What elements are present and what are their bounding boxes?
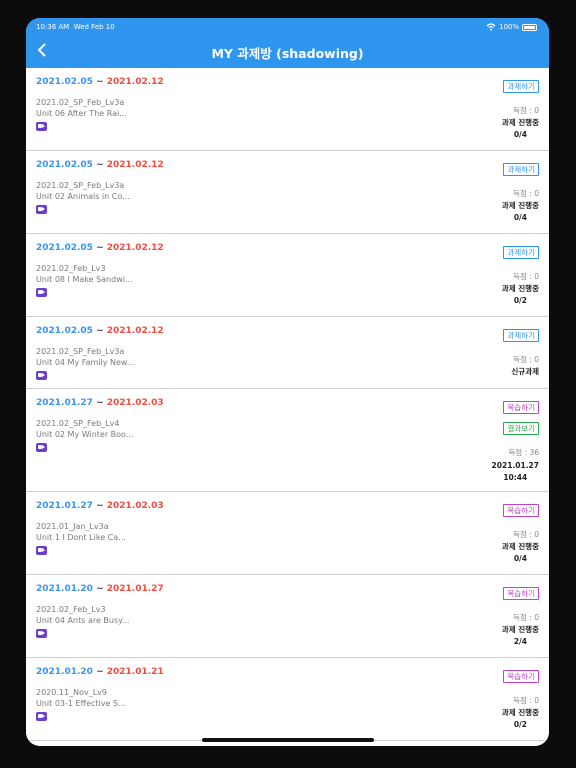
list-item[interactable]: 2021.01.27 ~ 2021.02.03 2021.01_Jan_Lv3a…: [26, 492, 549, 575]
date-range: 2021.01.27 ~ 2021.02.03: [36, 398, 164, 408]
review-button[interactable]: 복습하기: [503, 670, 539, 683]
course-name: 2020.11_Nov_Lv9: [36, 688, 107, 697]
unit-title: Unit 02 My Winter Boo...: [36, 430, 134, 439]
status-time: 10:36 AM Wed Feb 10: [36, 23, 115, 31]
app-screen: 10:36 AM Wed Feb 10 100% MY 과제방 (shadowi…: [26, 18, 549, 746]
date-range: 2021.01.27 ~ 2021.02.03: [36, 501, 164, 511]
status-bar: 10:36 AM Wed Feb 10 100%: [26, 18, 549, 36]
course-name: 2021.02_SP_Feb_Lv3a: [36, 347, 125, 356]
battery-icon: [522, 23, 537, 31]
date-range: 2021.01.20 ~ 2021.01.27: [36, 584, 164, 594]
assignment-status: 과제 진행중 0/4: [501, 118, 539, 139]
page-title: MY 과제방 (shadowing): [211, 46, 364, 61]
video-icon: [36, 443, 47, 452]
video-icon: [36, 288, 47, 297]
unit-title: Unit 06 After The Rai...: [36, 109, 127, 118]
view-result-button[interactable]: 결과보기: [503, 422, 539, 435]
list-item[interactable]: 2021.01.20 ~ 2021.01.27 2021.02_Feb_Lv3 …: [26, 575, 549, 658]
list-item[interactable]: 2021.01.27 ~ 2021.02.03 2021.02_SP_Feb_L…: [26, 389, 549, 492]
do-assignment-button[interactable]: 과제하기: [503, 80, 539, 93]
do-assignment-button[interactable]: 과제하기: [503, 329, 539, 342]
unit-title: Unit 03-1 Effective S...: [36, 699, 126, 708]
course-name: 2021.02_Feb_Lv3: [36, 605, 106, 614]
date-range: 2021.02.05 ~ 2021.02.12: [36, 326, 164, 336]
date-range: 2021.02.05 ~ 2021.02.12: [36, 77, 164, 87]
date-range: 2021.01.20 ~ 2021.01.21: [36, 667, 164, 677]
do-assignment-button[interactable]: 과제하기: [503, 163, 539, 176]
assignment-status: 신규과제: [511, 367, 539, 376]
unit-title: Unit 08 I Make Sandwi...: [36, 275, 133, 284]
unit-title: Unit 02 Animals in Co...: [36, 192, 130, 201]
home-indicator[interactable]: [202, 738, 374, 742]
list-item[interactable]: 2021.02.05 ~ 2021.02.12 2021.02_SP_Feb_L…: [26, 68, 549, 151]
unit-title: Unit 04 Ants are Busy...: [36, 616, 130, 625]
review-button[interactable]: 복습하기: [503, 401, 539, 414]
score-label: 득점 : 0: [513, 530, 539, 539]
course-name: 2021.02_SP_Feb_Lv4: [36, 419, 120, 428]
list-item[interactable]: 2021.02.05 ~ 2021.02.12 2021.02_Feb_Lv3 …: [26, 234, 549, 317]
course-name: 2021.02_SP_Feb_Lv3a: [36, 98, 125, 107]
assignment-status: 과제 진행중 2/4: [501, 625, 539, 646]
video-icon: [36, 546, 47, 555]
video-icon: [36, 712, 47, 721]
score-label: 득점 : 0: [513, 189, 539, 198]
date-range: 2021.02.05 ~ 2021.02.12: [36, 243, 164, 253]
score-label: 득점 : 0: [513, 355, 539, 364]
course-name: 2021.01_Jan_Lv3a: [36, 522, 109, 531]
score-label: 득점 : 36: [508, 448, 539, 457]
unit-title: Unit 04 My Family New...: [36, 358, 135, 367]
score-label: 득점 : 0: [513, 272, 539, 281]
video-icon: [36, 122, 47, 131]
list-item[interactable]: 2021.02.05 ~ 2021.02.12 2021.02_SP_Feb_L…: [26, 317, 549, 389]
assignment-status: 과제 진행중 0/4: [501, 201, 539, 222]
review-button[interactable]: 복습하기: [503, 587, 539, 600]
video-icon: [36, 371, 47, 380]
score-label: 득점 : 0: [513, 696, 539, 705]
video-icon: [36, 629, 47, 638]
list-item[interactable]: 2021.01.20 ~ 2021.01.21 2020.11_Nov_Lv9 …: [26, 658, 549, 741]
course-name: 2021.02_SP_Feb_Lv3a: [36, 181, 125, 190]
video-icon: [36, 205, 47, 214]
score-label: 득점 : 0: [513, 106, 539, 115]
assignment-status: 과제 진행중 0/4: [501, 542, 539, 563]
course-name: 2021.02_Feb_Lv3: [36, 264, 106, 273]
status-right: 100%: [486, 23, 537, 31]
battery-percent: 100%: [498, 23, 519, 31]
review-button[interactable]: 복습하기: [503, 504, 539, 517]
unit-title: Unit 1 I Dont Like Ca...: [36, 533, 126, 542]
assignment-list: 2021.02.05 ~ 2021.02.12 2021.02_SP_Feb_L…: [26, 68, 549, 746]
app-header: 10:36 AM Wed Feb 10 100% MY 과제방 (shadowi…: [26, 18, 549, 68]
completion-time: 2021.01.27 10:44: [491, 461, 539, 482]
assignment-status: 과제 진행중 0/2: [501, 284, 539, 305]
list-item[interactable]: 2021.02.05 ~ 2021.02.12 2021.02_SP_Feb_L…: [26, 151, 549, 234]
score-label: 득점 : 0: [513, 613, 539, 622]
assignment-status: 과제 진행중 0/2: [501, 708, 539, 729]
date-range: 2021.02.05 ~ 2021.02.12: [36, 160, 164, 170]
wifi-icon: [486, 23, 496, 31]
do-assignment-button[interactable]: 과제하기: [503, 246, 539, 259]
